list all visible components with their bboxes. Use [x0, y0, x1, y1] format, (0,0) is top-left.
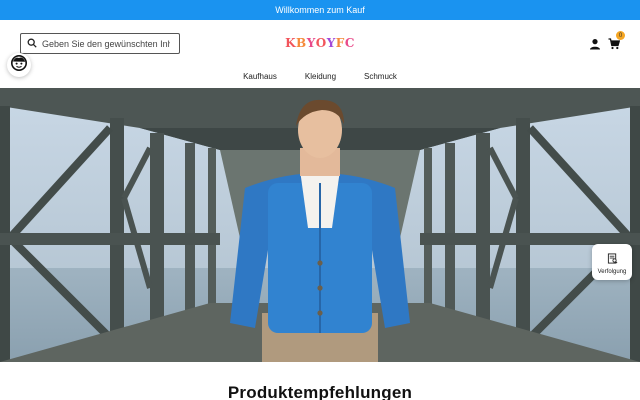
hero-banner[interactable] [0, 88, 640, 362]
order-tracking-button[interactable]: Verfolgung [592, 244, 632, 280]
search-icon[interactable] [27, 35, 37, 53]
logo-letter: K [285, 36, 297, 50]
cart-button[interactable]: 0 [608, 31, 626, 50]
nav-item-kleidung[interactable]: Kleidung [291, 68, 350, 88]
section-title: Produktempfehlungen [227, 383, 413, 400]
face-icon[interactable] [10, 54, 28, 77]
tracking-icon[interactable] [607, 252, 618, 266]
hero-image [0, 88, 640, 362]
user-icon[interactable] [589, 37, 601, 50]
welcome-banner: Willkommen zum Kauf [0, 0, 640, 20]
logo-letter: B [296, 36, 307, 50]
logo-letter: F [335, 36, 345, 50]
logo-letter: Y [326, 36, 336, 50]
main-nav: Kaufhaus Kleidung Schmuck [0, 68, 640, 88]
site-header: KBYOYFC 0 [0, 20, 640, 68]
tracking-label: Verfolgung [597, 268, 627, 275]
logo-letter: C [344, 36, 355, 50]
logo-letter: O [315, 36, 327, 50]
accessibility-button[interactable] [7, 53, 31, 77]
cart-count-badge: 0 [616, 31, 625, 40]
nav-item-kaufhaus[interactable]: Kaufhaus [229, 68, 291, 88]
search-input[interactable] [42, 38, 170, 49]
brand-logo[interactable]: KBYOYFC [260, 36, 380, 50]
search-box[interactable] [20, 33, 180, 54]
welcome-text: Willkommen zum Kauf [275, 5, 365, 15]
logo-letter: Y [306, 36, 316, 50]
nav-item-schmuck[interactable]: Schmuck [350, 68, 411, 88]
